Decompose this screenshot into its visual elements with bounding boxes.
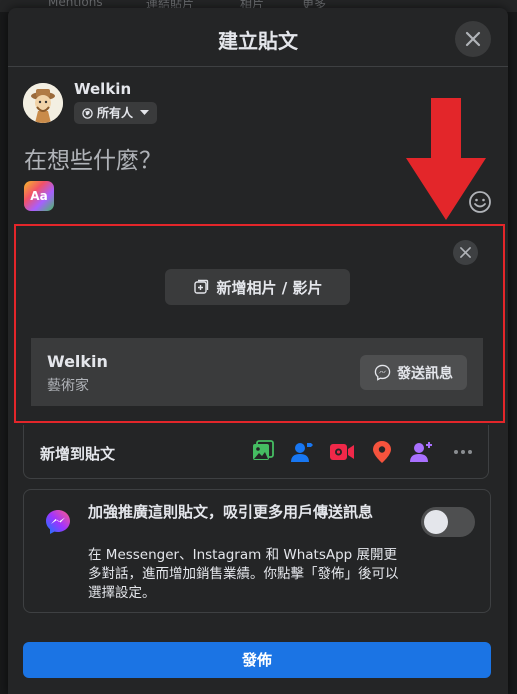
dialog-title: 建立貼文 <box>218 29 298 53</box>
text-format-button[interactable]: Aa <box>24 181 54 211</box>
close-icon <box>465 31 481 47</box>
author-name[interactable]: Welkin <box>74 80 131 98</box>
close-button[interactable] <box>455 21 491 57</box>
add-to-post-label: 新增到貼文 <box>40 445 116 463</box>
post-text-input[interactable]: 在想些什麼？ <box>24 141 162 175</box>
dialog-header: 建立貼文 <box>8 8 508 67</box>
annotation-highlight-box <box>14 224 505 423</box>
boost-toggle[interactable] <box>421 507 475 537</box>
boost-post-section: 加強推廣這則貼文，吸引更多用戶傳送訊息 在 Messenger、Instagra… <box>23 489 491 613</box>
privacy-selector[interactable]: 所有人 <box>74 102 158 124</box>
boost-description: 在 Messenger、Instagram 和 WhatsApp 展開更多對話，… <box>88 547 399 601</box>
check-in-icon <box>373 441 391 463</box>
more-options-button[interactable] <box>450 439 476 465</box>
create-post-dialog: 建立貼文 Welkin 所有人 在想些什麼？ Aa 新增相片 / 影片 Welk… <box>8 8 508 694</box>
add-people-button[interactable] <box>408 439 434 465</box>
annotation-arrow-down-icon <box>406 98 486 220</box>
avatar-illustration <box>23 83 63 123</box>
live-video-icon <box>330 444 354 460</box>
tag-people-icon <box>291 443 313 462</box>
photo-video-button[interactable] <box>250 439 276 465</box>
toggle-knob <box>424 510 448 534</box>
publish-button[interactable]: 發佈 <box>23 642 491 678</box>
caret-down-icon <box>140 110 150 115</box>
check-in-button[interactable] <box>369 439 395 465</box>
globe-icon <box>82 107 93 119</box>
privacy-label: 所有人 <box>97 106 134 120</box>
tag-people-button[interactable] <box>289 439 315 465</box>
photo-video-icon <box>253 440 274 460</box>
avatar[interactable] <box>23 83 63 123</box>
more-icon <box>454 450 472 454</box>
boost-title: 加強推廣這則貼文，吸引更多用戶傳送訊息 <box>88 503 374 521</box>
add-people-icon <box>410 442 432 462</box>
messenger-icon <box>46 510 70 534</box>
live-video-button[interactable] <box>329 439 355 465</box>
add-to-post-bar: 新增到貼文 <box>23 425 489 479</box>
